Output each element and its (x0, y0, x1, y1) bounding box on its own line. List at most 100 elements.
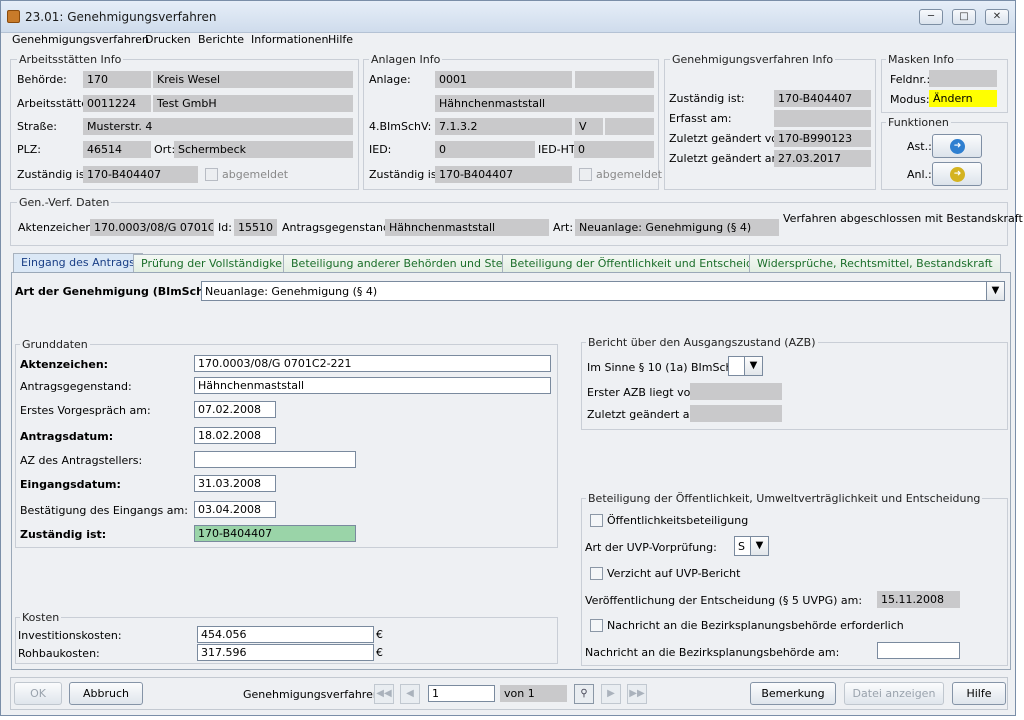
maximize-button[interactable]: □ (952, 9, 976, 25)
genverf-gegenstand-field: Hähnchenmaststall (385, 219, 549, 236)
datei-anzeigen-button[interactable]: Datei anzeigen (844, 682, 944, 705)
gd-vorgespraech-input[interactable]: 07.02.2008 (194, 401, 276, 418)
geaendert-von-label: Zuletzt geändert von: (669, 132, 789, 145)
bimschv-label: 4.BImSchV: (369, 120, 432, 133)
genverf-art-label: Art: (553, 221, 574, 234)
abgemeldet-checkbox[interactable] (205, 168, 218, 181)
grunddaten-panel (15, 344, 558, 548)
gd-bestaetigung-input[interactable]: 03.04.2008 (194, 501, 276, 518)
invest-label: Investitionskosten: (18, 629, 122, 642)
menu-hilfe[interactable]: Hilfe (328, 33, 353, 46)
ort-field: Schermbeck (174, 141, 353, 158)
abgemeldet-label: abgemeldet (222, 168, 289, 181)
gd-eingangsdatum-input[interactable]: 31.03.2008 (194, 475, 276, 492)
gd-akz-input[interactable]: 170.0003/08/G 0701C2-221 (194, 355, 551, 372)
genverf-akz-label: Aktenzeichen: (18, 221, 97, 234)
menu-drucken[interactable]: Drucken (145, 33, 191, 46)
oeffentlichkeitsbeteiligung-checkbox[interactable] (590, 514, 603, 527)
azb-geaendert-field (690, 405, 782, 422)
tab-beteiligung-oeffentlichkeit[interactable]: Beteiligung der Öffentlichkeit und Entsc… (502, 254, 782, 272)
search-record-icon[interactable]: ⚲ (574, 684, 594, 704)
tab-widersprueche[interactable]: Widersprüche, Rechtsmittel, Bestandskraf… (749, 254, 1001, 272)
invest-currency: € (376, 628, 383, 641)
grunddaten-legend: Grunddaten (20, 338, 90, 351)
behoerde-label: Behörde: (17, 73, 67, 86)
ok-button[interactable]: OK (14, 682, 62, 705)
anl-label: Anl.: (907, 168, 932, 181)
gd-zustaendig-input[interactable]: 170-B404407 (194, 525, 356, 542)
bimschv-field: 7.1.3.2 (435, 118, 572, 135)
gvinfo-zustaendig-field: 170-B404407 (774, 90, 871, 107)
genverf-id-field: 15510 (234, 219, 277, 236)
uvp-select[interactable]: S (734, 536, 751, 556)
anlagen-legend: Anlagen Info (369, 53, 443, 66)
genverf-art-field: Neuanlage: Genehmigung (§ 4) (575, 219, 779, 236)
invest-input[interactable]: 454.056 (197, 626, 374, 643)
geaendert-am-label: Zuletzt geändert am: (669, 152, 786, 165)
tab-eingang-des-antrags[interactable]: Eingang des Antrags (13, 253, 143, 273)
genverf-id-label: Id: (218, 221, 232, 234)
nav-label: Genehmigungsverfahren: (243, 688, 384, 701)
ied-label: IED: (369, 143, 392, 156)
hilfe-button[interactable]: Hilfe (952, 682, 1006, 705)
anlage-field: 0001 (435, 71, 572, 88)
minimize-button[interactable]: ─ (919, 9, 943, 25)
anl-button[interactable]: ➜ (932, 162, 982, 186)
plz-field: 46514 (83, 141, 151, 158)
menu-berichte[interactable]: Berichte (198, 33, 244, 46)
azb-sinne-dropdown-icon[interactable]: ▼ (744, 356, 763, 376)
menu-informationen[interactable]: Informationen (251, 33, 328, 46)
verfahren-status-text: Verfahren abgeschlossen mit Bestandskraf… (783, 212, 1023, 225)
verzicht-uvp-checkbox[interactable] (590, 567, 603, 580)
gd-gegenstand-label: Antragsgegenstand: (20, 380, 132, 393)
record-number-input[interactable]: 1 (428, 685, 495, 702)
arrow-right-blue-icon: ➜ (950, 139, 965, 154)
uvp-label: Art der UVP-Vorprüfung: (585, 541, 717, 554)
azb-erster-field (690, 383, 782, 400)
first-record-icon[interactable]: ◀◀ (374, 684, 394, 704)
zustaendig-label: Zuständig ist: (17, 168, 93, 181)
iedht-label: IED-HT: (538, 143, 579, 156)
prev-record-icon[interactable]: ◀ (400, 684, 420, 704)
anlagen-abgemeldet-label: abgemeldet (596, 168, 663, 181)
arbeitsstaette-name-field: Test GmbH (153, 95, 353, 112)
next-record-icon[interactable]: ▶ (601, 684, 621, 704)
ast-button[interactable]: ➜ (932, 134, 982, 158)
gd-az-antragsteller-input[interactable] (194, 451, 356, 468)
anlage-label: Anlage: (369, 73, 411, 86)
anlagen-zustaendig-label: Zuständig ist: (369, 168, 445, 181)
nachricht-am-input[interactable] (877, 642, 960, 659)
uvp-dropdown-icon[interactable]: ▼ (750, 536, 769, 556)
last-record-icon[interactable]: ▶▶ (627, 684, 647, 704)
tab-pruefung-vollstaendigkeit[interactable]: Prüfung der Vollständigkeit (133, 254, 298, 272)
arbeitsstaette-label: Arbeitsstätte: (17, 97, 92, 110)
abbruch-button[interactable]: Abbruch (69, 682, 143, 705)
close-button[interactable]: ✕ (985, 9, 1009, 25)
nachricht-erforderlich-checkbox[interactable] (590, 619, 603, 632)
gd-gegenstand-input[interactable]: Hähnchenmaststall (194, 377, 551, 394)
funktionen-legend: Funktionen (886, 116, 951, 129)
azb-sinne-select[interactable] (728, 356, 745, 376)
oeffentlichkeitsbeteiligung-label: Öffentlichkeitsbeteiligung (607, 514, 749, 527)
genverf-akz-field: 170.0003/08/G 0701C2-221 (90, 219, 214, 236)
tab-beteiligung-behoerden[interactable]: Beteiligung anderer Behörden und Stellen (283, 254, 531, 272)
behoerde-code-field: 170 (83, 71, 151, 88)
rohbau-currency: € (376, 646, 383, 659)
genverf-legend: Gen.-Verf. Daten (17, 196, 112, 209)
menu-genehmigungsverfahren[interactable]: Genehmigungsverfahren (12, 33, 149, 46)
art-genehmigung-label: Art der Genehmigung (BImSchG): (15, 285, 223, 298)
gd-az-antragsteller-label: AZ des Antragstellers: (20, 454, 143, 467)
genverf-gegenstand-label: Antragsgegenstand: (282, 221, 394, 234)
gd-vorgespraech-label: Erstes Vorgespräch am: (20, 404, 151, 417)
rohbau-input[interactable]: 317.596 (197, 644, 374, 661)
gd-antragsdatum-input[interactable]: 18.02.2008 (194, 427, 276, 444)
bemerkung-button[interactable]: Bemerkung (750, 682, 836, 705)
rohbau-label: Rohbaukosten: (18, 647, 100, 660)
gd-bestaetigung-label: Bestätigung des Eingangs am: (20, 504, 188, 517)
geaendert-von-field: 170-B990123 (774, 130, 871, 147)
anlagen-abgemeldet-checkbox[interactable] (579, 168, 592, 181)
modus-label: Modus: (890, 93, 930, 106)
azb-legend: Bericht über den Ausgangszustand (AZB) (586, 336, 818, 349)
art-genehmigung-dropdown-icon[interactable]: ▼ (986, 281, 1005, 301)
art-genehmigung-select[interactable]: Neuanlage: Genehmigung (§ 4) (201, 281, 987, 301)
